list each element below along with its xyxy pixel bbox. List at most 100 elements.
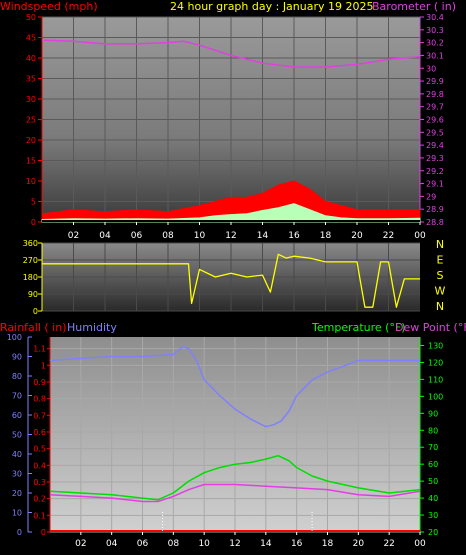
x-tick-label: 22 [383, 231, 394, 241]
x-tick-label: 16 [291, 539, 303, 549]
humidity-tick-label: 40 [12, 450, 22, 459]
x-tick-label: 02 [75, 539, 86, 549]
x-tick-label: 08 [168, 539, 180, 549]
barometer-tick-label: 30.3 [426, 26, 444, 35]
direction-tick-label: 0 [33, 307, 38, 316]
x-tick-label: 08 [162, 231, 174, 241]
humidity-tick-label: 80 [12, 372, 22, 381]
barometer-tick-label: 29.2 [426, 167, 444, 176]
rain-tick-label: 0.5 [33, 445, 46, 454]
x-tick-label: 20 [353, 539, 365, 549]
temp-tick-label: 30 [428, 511, 438, 520]
x-tick-label: 12 [225, 231, 236, 241]
temp-tick-label: 120 [428, 358, 443, 367]
temp-tick-label: 80 [428, 426, 438, 435]
x-tick-label: 20 [351, 231, 363, 241]
temp-tick-label: 60 [428, 460, 438, 469]
humidity-tick-label: 60 [12, 411, 22, 420]
direction-tick-label: 360 [23, 239, 38, 248]
temp-tick-label: 100 [428, 392, 443, 401]
windspeed-tick-label: 0 [31, 218, 36, 227]
temp-tick-label: 90 [428, 409, 438, 418]
compass-label: E [437, 254, 444, 267]
windspeed-tick-label: 10 [26, 177, 36, 186]
x-tick-label: 06 [131, 231, 143, 241]
direction-tick-label: 90 [28, 290, 38, 299]
x-tick-label: 10 [198, 539, 210, 549]
barometer-tick-label: 29.5 [426, 128, 444, 137]
humidity-tick-label: 0 [17, 528, 22, 537]
windspeed-tick-label: 25 [26, 116, 36, 125]
barometer-tick-label: 29.9 [426, 77, 444, 86]
windspeed-label: Windspeed (mph) [0, 0, 98, 13]
temp-tick-label: 40 [428, 494, 438, 503]
rain-tick-label: 1 [41, 361, 46, 370]
rain-tick-label: 0.7 [33, 411, 46, 420]
rain-tick-label: 0.6 [33, 428, 46, 437]
temp-tick-label: 50 [428, 477, 438, 486]
windspeed-tick-label: 20 [26, 136, 36, 145]
compass-label: W [435, 285, 446, 298]
wind-x-axis: 02 04 06 08 10 12 14 16 18 20 22 00 [68, 222, 426, 241]
barometer-tick-label: 30 [426, 64, 436, 73]
x-tick-label: 14 [257, 231, 269, 241]
barometer-label: Barometer ( in) [372, 0, 456, 13]
x-tick-label: 12 [229, 539, 240, 549]
rain-tick-label: 0.3 [33, 478, 46, 487]
x-tick-label: 10 [194, 231, 206, 241]
compass-label: N [436, 300, 444, 313]
temp-tick-label: 130 [428, 341, 443, 350]
humidity-tick-label: 20 [12, 489, 22, 498]
humidity-tick-label: 100 [7, 333, 22, 342]
barometer-tick-label: 29.1 [426, 180, 444, 189]
windspeed-tick-label: 35 [26, 75, 36, 84]
x-tick-label: 04 [106, 539, 118, 549]
rain-tick-label: 0.9 [33, 378, 46, 387]
barometer-tick-label: 29.3 [426, 154, 444, 163]
x-tick-label: 00 [414, 539, 426, 549]
windspeed-tick-label: 30 [26, 95, 36, 104]
chart-title: 24 hour graph day : January 19 2025 [170, 0, 374, 13]
barometer-tick-label: 28.9 [426, 205, 444, 214]
weather-graph: Windspeed (mph) 24 hour graph day : Janu… [0, 0, 466, 555]
direction-tick-label: 270 [23, 256, 38, 265]
x-tick-label: 18 [320, 231, 332, 241]
rain-tick-label: 0.1 [33, 511, 46, 520]
x-tick-label: 02 [68, 231, 79, 241]
x-tick-label: 00 [414, 231, 426, 241]
humidity-tick-label: 90 [12, 353, 22, 362]
temp-tick-label: 110 [428, 375, 443, 384]
humidity-tick-label: 50 [12, 431, 22, 440]
windspeed-tick-label: 5 [31, 198, 36, 207]
humidity-tick-label: 70 [12, 392, 22, 401]
barometer-tick-label: 28.8 [426, 218, 444, 227]
graph-canvas: Windspeed (mph) 24 hour graph day : Janu… [0, 0, 466, 549]
windspeed-tick-label: 50 [26, 13, 36, 22]
barometer-tick-label: 29 [426, 192, 436, 201]
barometer-tick-label: 30.2 [426, 39, 444, 48]
windspeed-tick-label: 40 [26, 54, 36, 63]
humidity-tick-label: 30 [12, 470, 22, 479]
rain-tick-label: 0.8 [33, 395, 46, 404]
windspeed-tick-label: 45 [26, 34, 36, 43]
barometer-tick-label: 29.4 [426, 141, 444, 150]
temperature-label: Temperature (°F) [311, 321, 406, 334]
x-tick-label: 14 [260, 539, 272, 549]
rain-tick-label: 0.4 [33, 461, 46, 470]
x-tick-label: 06 [137, 539, 149, 549]
rain-tick-label: 1.1 [33, 345, 46, 354]
windspeed-tick-label: 15 [26, 157, 36, 166]
barometer-tick-label: 29.8 [426, 90, 444, 99]
rain-x-axis: 02 04 06 08 10 12 14 16 18 20 22 00 [75, 532, 426, 549]
barometer-tick-label: 29.7 [426, 103, 444, 112]
humidity-tick-label: 10 [12, 509, 22, 518]
compass-label: S [437, 269, 444, 282]
temp-tick-label: 20 [428, 528, 438, 537]
barometer-tick-label: 30.4 [426, 13, 444, 22]
dewpoint-label: Dew Point (°F) [395, 321, 466, 334]
x-tick-label: 16 [288, 231, 300, 241]
rain-tick-label: 0.2 [33, 495, 46, 504]
temp-tick-label: 70 [428, 443, 438, 452]
direction-tick-label: 180 [23, 273, 38, 282]
x-tick-label: 18 [322, 539, 334, 549]
